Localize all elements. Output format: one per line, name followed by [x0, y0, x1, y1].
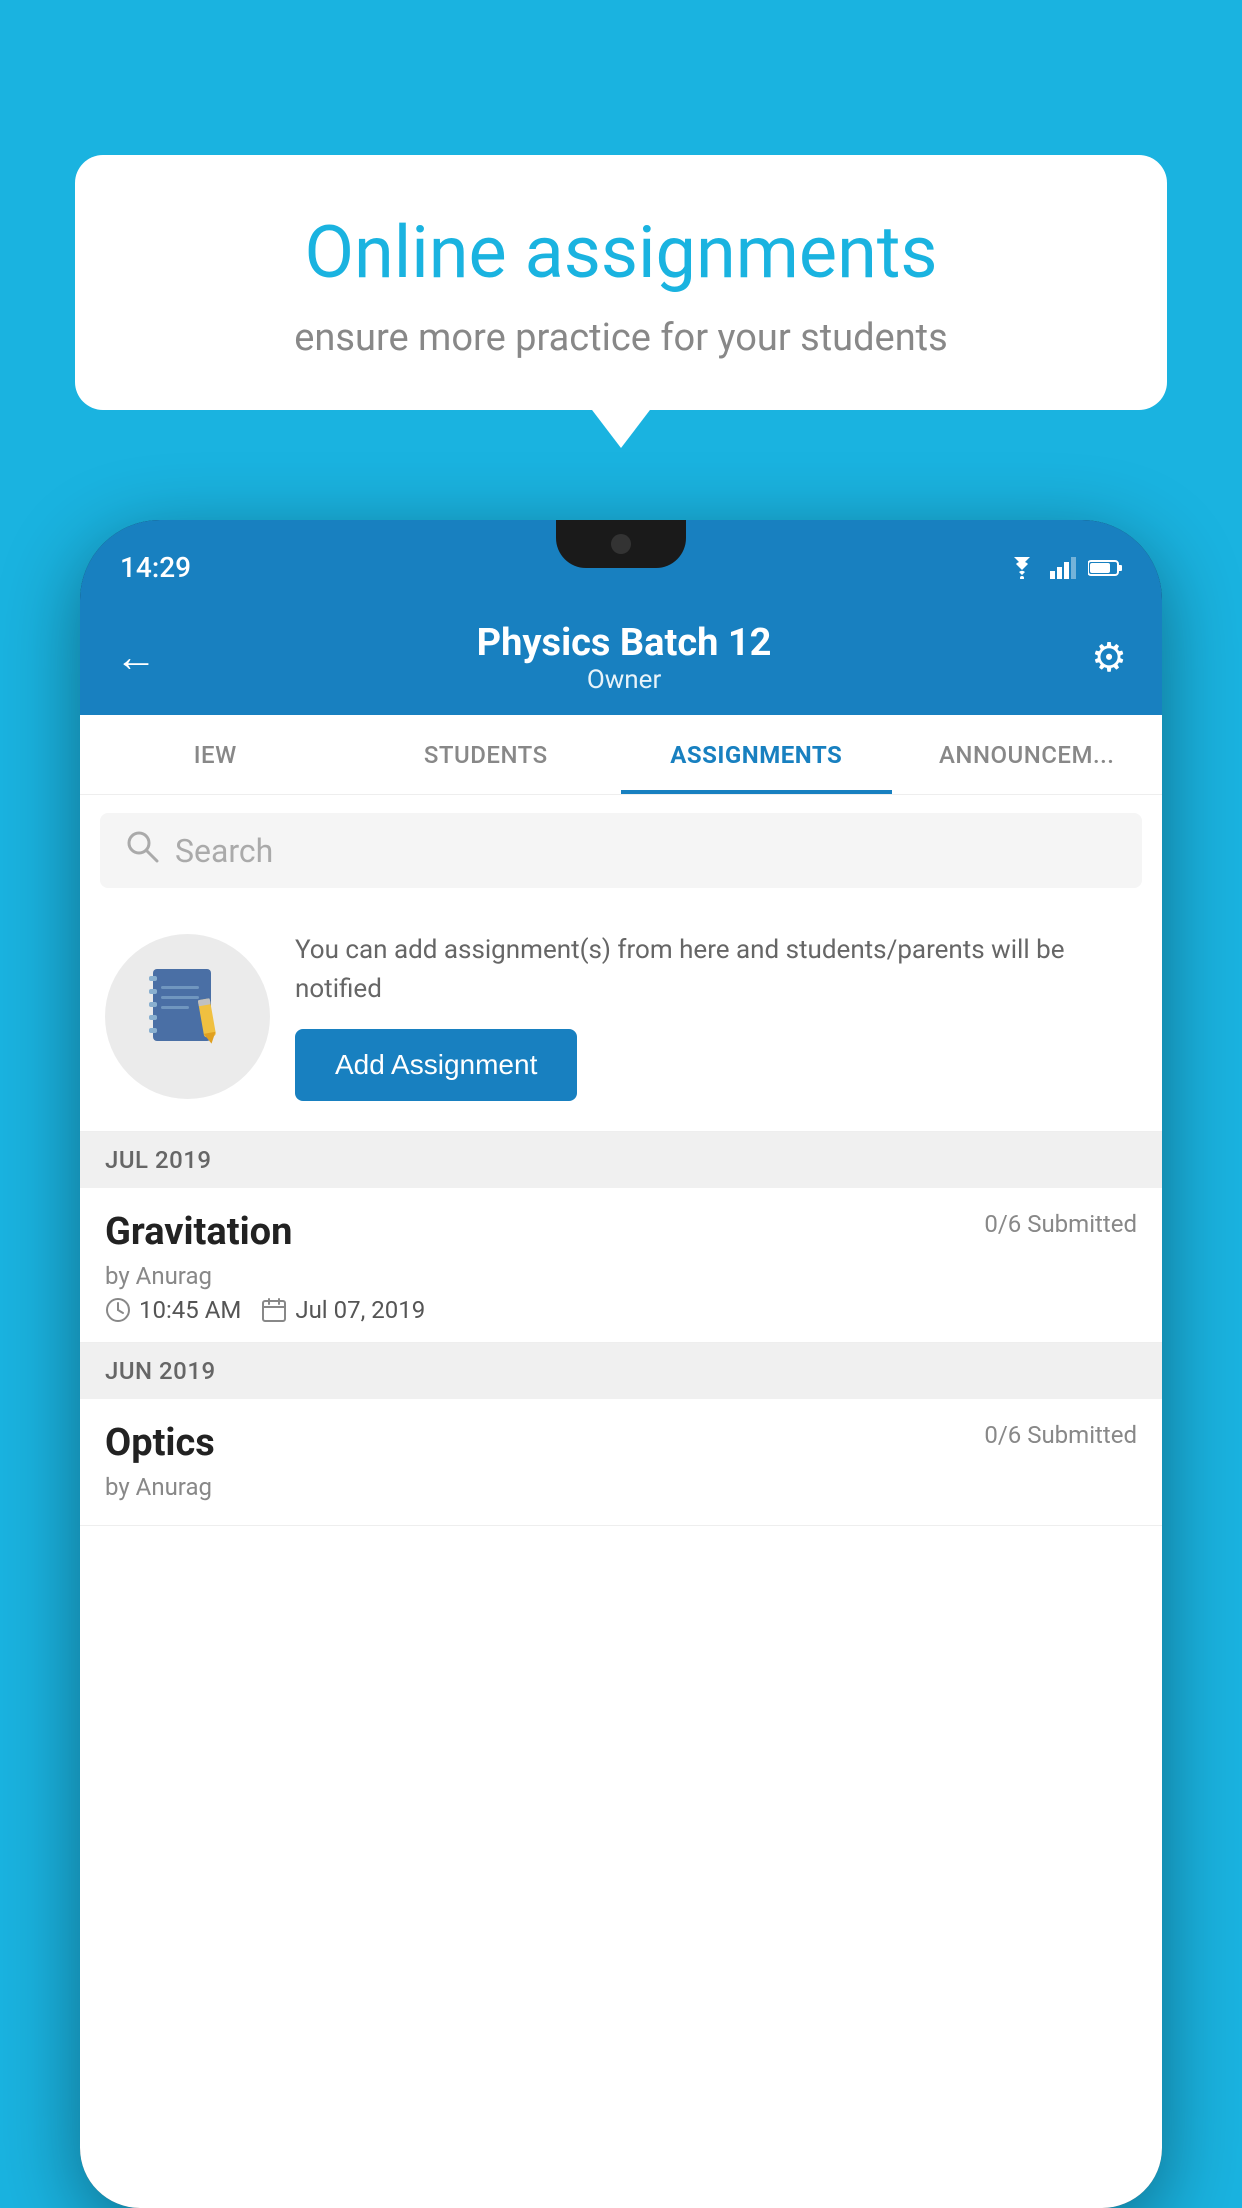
- section-jun-2019: JUN 2019: [80, 1343, 1162, 1399]
- calendar-icon: [261, 1297, 287, 1323]
- wifi-icon: [1006, 557, 1038, 579]
- add-assignment-promo: You can add assignment(s) from here and …: [80, 906, 1162, 1132]
- add-assignment-button[interactable]: Add Assignment: [295, 1029, 577, 1101]
- assignment-time-gravitation: 10:45 AM: [105, 1296, 241, 1324]
- header-title: Physics Batch 12: [477, 621, 772, 665]
- assignment-time-date-gravitation: 10:45 AM Jul 07, 2019: [105, 1296, 1137, 1324]
- tab-announcements[interactable]: ANNOUNCEM...: [892, 715, 1163, 794]
- notebook-icon: [143, 961, 233, 1071]
- promo-icon-circle: [105, 934, 270, 1099]
- search-bar-wrap: Search: [80, 795, 1162, 906]
- speech-bubble-wrapper: Online assignments ensure more practice …: [75, 155, 1167, 410]
- header-title-group: Physics Batch 12 Owner: [477, 621, 772, 695]
- assignment-item-header-optics: Optics 0/6 Submitted: [105, 1421, 1137, 1465]
- header-subtitle: Owner: [477, 665, 772, 695]
- back-button[interactable]: ←: [115, 633, 157, 682]
- speech-bubble-title: Online assignments: [135, 210, 1107, 296]
- app-header: ← Physics Batch 12 Owner ⚙: [80, 600, 1162, 715]
- tabs-bar: IEW STUDENTS ASSIGNMENTS ANNOUNCEM...: [80, 715, 1162, 795]
- camera-dot: [611, 534, 631, 554]
- status-bar: 14:29: [80, 520, 1162, 600]
- tab-iew[interactable]: IEW: [80, 715, 351, 794]
- assignment-submitted-optics: 0/6 Submitted: [984, 1421, 1137, 1449]
- tab-students[interactable]: STUDENTS: [351, 715, 622, 794]
- assignment-date-value-gravitation: Jul 07, 2019: [295, 1296, 425, 1324]
- speech-bubble: Online assignments ensure more practice …: [75, 155, 1167, 410]
- status-time: 14:29: [120, 551, 191, 584]
- assignment-time-value-gravitation: 10:45 AM: [139, 1296, 241, 1324]
- search-bar[interactable]: Search: [100, 813, 1142, 888]
- search-input-placeholder: Search: [175, 832, 273, 870]
- assignment-name-gravitation: Gravitation: [105, 1210, 292, 1254]
- settings-icon[interactable]: ⚙: [1091, 634, 1127, 681]
- tab-assignments[interactable]: ASSIGNMENTS: [621, 715, 892, 794]
- assignment-by-gravitation: by Anurag: [105, 1262, 1137, 1290]
- assignment-submitted-gravitation: 0/6 Submitted: [984, 1210, 1137, 1238]
- phone-notch: [556, 520, 686, 568]
- clock-icon: [105, 1297, 131, 1323]
- assignment-item-optics[interactable]: Optics 0/6 Submitted by Anurag: [80, 1399, 1162, 1526]
- search-icon: [125, 829, 159, 872]
- promo-description: You can add assignment(s) from here and …: [295, 931, 1137, 1009]
- promo-right: You can add assignment(s) from here and …: [295, 931, 1137, 1101]
- speech-bubble-subtitle: ensure more practice for your students: [135, 316, 1107, 360]
- assignment-item-gravitation[interactable]: Gravitation 0/6 Submitted by Anurag 10:4…: [80, 1188, 1162, 1343]
- assignment-by-optics: by Anurag: [105, 1473, 1137, 1501]
- assignment-item-header: Gravitation 0/6 Submitted: [105, 1210, 1137, 1254]
- signal-icon: [1050, 557, 1076, 579]
- assignment-date-gravitation: Jul 07, 2019: [261, 1296, 425, 1324]
- section-jul-2019: JUL 2019: [80, 1132, 1162, 1188]
- battery-icon: [1088, 559, 1122, 577]
- assignment-name-optics: Optics: [105, 1421, 215, 1465]
- phone-frame: 14:29: [80, 520, 1162, 2208]
- phone-screen: IEW STUDENTS ASSIGNMENTS ANNOUNCEM...: [80, 715, 1162, 2208]
- status-icons: [1006, 557, 1122, 579]
